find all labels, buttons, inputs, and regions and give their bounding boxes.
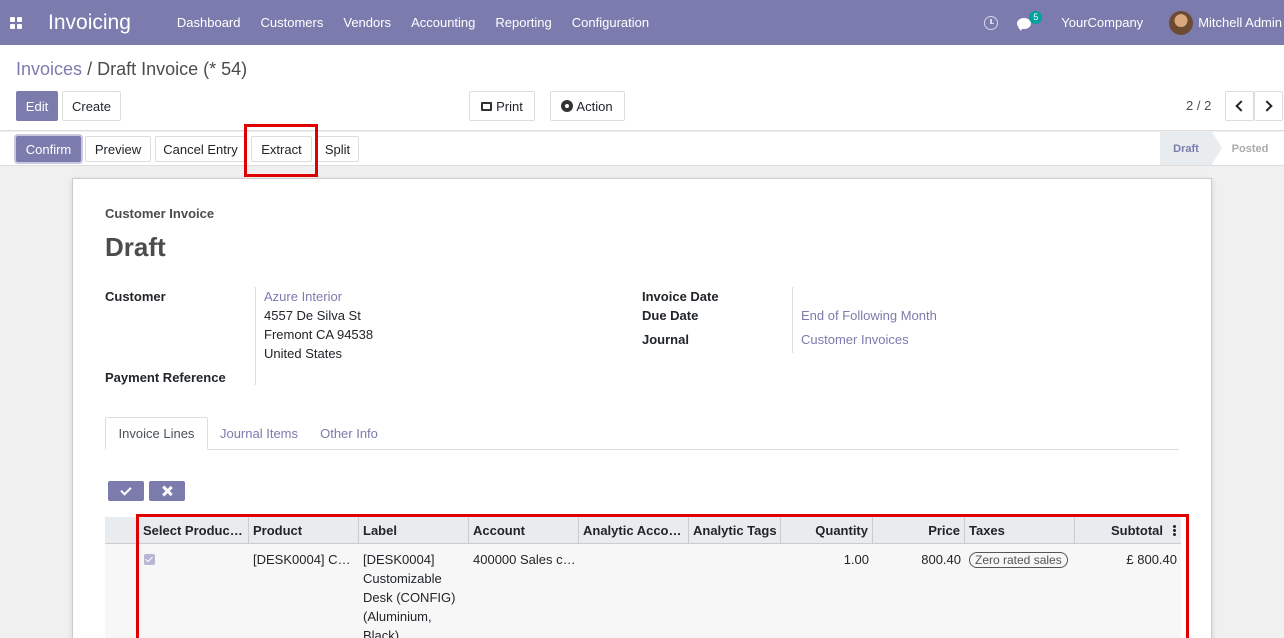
- form-statusbar: Confirm Preview Cancel Entry Extract Spl…: [0, 132, 1284, 166]
- payment-reference-label: Payment Reference: [105, 370, 226, 385]
- column-account[interactable]: Account: [469, 517, 579, 544]
- row-taxes[interactable]: Zero rated sales: [965, 550, 1075, 569]
- print-label: Print: [496, 98, 523, 114]
- column-taxes[interactable]: Taxes: [965, 517, 1075, 544]
- journal-field[interactable]: Customer Invoices: [801, 332, 909, 347]
- row-account[interactable]: 400000 Sales c…: [469, 550, 579, 569]
- invoice-state-title: Draft: [105, 232, 166, 262]
- menu-configuration[interactable]: Configuration: [572, 15, 649, 30]
- row-subtotal: £ 800.40: [1126, 552, 1177, 567]
- action-label: Action: [576, 98, 613, 114]
- stage-posted[interactable]: Posted: [1222, 132, 1278, 165]
- pager-previous-button[interactable]: [1225, 91, 1254, 121]
- activity-clock-icon[interactable]: [984, 15, 999, 30]
- column-label[interactable]: Label: [359, 517, 469, 544]
- apps-menu-icon[interactable]: [0, 0, 32, 45]
- column-analytic-tags[interactable]: Analytic Tags: [689, 517, 781, 544]
- menu-reporting[interactable]: Reporting: [495, 15, 551, 30]
- breadcrumb-separator: /: [87, 59, 93, 79]
- row-handle-column: [105, 517, 139, 544]
- menu-vendors[interactable]: Vendors: [343, 15, 391, 30]
- optional-columns-kebab-icon[interactable]: [1173, 525, 1176, 536]
- tax-tag: Zero rated sales: [969, 552, 1068, 568]
- extract-button[interactable]: Extract: [251, 136, 312, 162]
- confirm-button[interactable]: Confirm: [16, 136, 81, 162]
- invoice-lines-table-header: Select Produc… Product Label Account Ana…: [105, 517, 1181, 544]
- table-row[interactable]: [DESK0004] C… [DESK0004] Customizable De…: [105, 544, 1181, 638]
- row-price[interactable]: 800.40: [873, 550, 965, 569]
- main-menu: Dashboard Customers Vendors Accounting R…: [177, 15, 669, 30]
- row-label[interactable]: [DESK0004] Customizable Desk (CONFIG) (A…: [359, 550, 469, 638]
- column-analytic-account[interactable]: Analytic Acco…: [579, 517, 689, 544]
- print-icon: [481, 101, 493, 111]
- chat-count-badge: 5: [1029, 10, 1043, 24]
- tab-invoice-lines[interactable]: Invoice Lines: [105, 417, 208, 450]
- check-icon: [120, 484, 132, 496]
- edit-button[interactable]: Edit: [16, 91, 58, 121]
- top-navbar: Invoicing Dashboard Customers Vendors Ac…: [0, 0, 1284, 45]
- user-avatar[interactable]: [1169, 10, 1194, 35]
- column-product[interactable]: Product: [249, 517, 359, 544]
- control-panel: Invoices / Draft Invoice (* 54) Edit Cre…: [0, 45, 1284, 131]
- field-separator: [792, 287, 793, 353]
- customer-address-line: Fremont CA 94538: [264, 327, 374, 342]
- cancel-entry-button[interactable]: Cancel Entry: [155, 136, 246, 162]
- print-button[interactable]: Print: [469, 91, 535, 121]
- column-select-product[interactable]: Select Produc…: [139, 517, 249, 544]
- split-button[interactable]: Split: [316, 136, 359, 162]
- company-switcher[interactable]: YourCompany: [1061, 15, 1143, 30]
- select-all-button[interactable]: [108, 481, 144, 501]
- create-button[interactable]: Create: [62, 91, 121, 121]
- menu-dashboard[interactable]: Dashboard: [177, 15, 241, 30]
- customer-address-line: United States: [264, 346, 343, 361]
- label-line: Black): [363, 628, 400, 638]
- chevron-left-icon: [1235, 100, 1247, 112]
- messaging-button[interactable]: 5: [1017, 10, 1043, 31]
- row-product[interactable]: [DESK0004] C…: [249, 550, 359, 569]
- tab-journal-items[interactable]: Journal Items: [210, 417, 308, 450]
- gear-icon: [562, 101, 573, 111]
- customer-address-line: 4557 De Silva St: [264, 308, 361, 323]
- breadcrumb-invoices-link[interactable]: Invoices: [16, 59, 82, 79]
- pager-value: 2 / 2: [1186, 98, 1212, 113]
- invoice-date-label: Invoice Date: [642, 289, 719, 304]
- invoice-form-sheet: Customer Invoice Draft Customer Azure In…: [72, 178, 1212, 638]
- column-quantity[interactable]: Quantity: [781, 517, 873, 544]
- label-line: [DESK0004]: [363, 552, 435, 567]
- menu-accounting[interactable]: Accounting: [411, 15, 475, 30]
- customer-field[interactable]: Azure Interior: [264, 289, 342, 304]
- action-button[interactable]: Action: [550, 91, 625, 121]
- close-icon: [162, 486, 172, 496]
- app-brand[interactable]: Invoicing: [48, 11, 131, 35]
- deselect-all-button[interactable]: [149, 481, 185, 501]
- breadcrumb-current: Draft Invoice (* 54): [97, 59, 248, 79]
- field-separator: [255, 287, 256, 385]
- row-quantity[interactable]: 1.00: [781, 550, 873, 569]
- stage-draft: Draft: [1160, 132, 1222, 165]
- label-line: Desk (CONFIG): [363, 590, 456, 605]
- column-price[interactable]: Price: [873, 517, 965, 544]
- label-line: Customizable: [363, 571, 442, 586]
- pager-next-button[interactable]: [1254, 91, 1283, 121]
- breadcrumb: Invoices / Draft Invoice (* 54): [16, 59, 247, 80]
- tab-other-info[interactable]: Other Info: [314, 417, 384, 450]
- select-product-checkbox[interactable]: [144, 554, 155, 565]
- journal-label: Journal: [642, 332, 689, 347]
- column-subtotal[interactable]: Subtotal: [1075, 517, 1181, 544]
- payment-terms-field[interactable]: End of Following Month: [801, 308, 937, 323]
- user-menu[interactable]: Mitchell Admin: [1198, 15, 1282, 30]
- menu-customers[interactable]: Customers: [261, 15, 324, 30]
- customer-label: Customer: [105, 289, 166, 304]
- chevron-right-icon: [1261, 100, 1273, 112]
- preview-button[interactable]: Preview: [85, 136, 151, 162]
- due-date-label: Due Date: [642, 308, 699, 323]
- label-line: (Aluminium,: [363, 609, 432, 624]
- document-type-label: Customer Invoice: [105, 206, 215, 221]
